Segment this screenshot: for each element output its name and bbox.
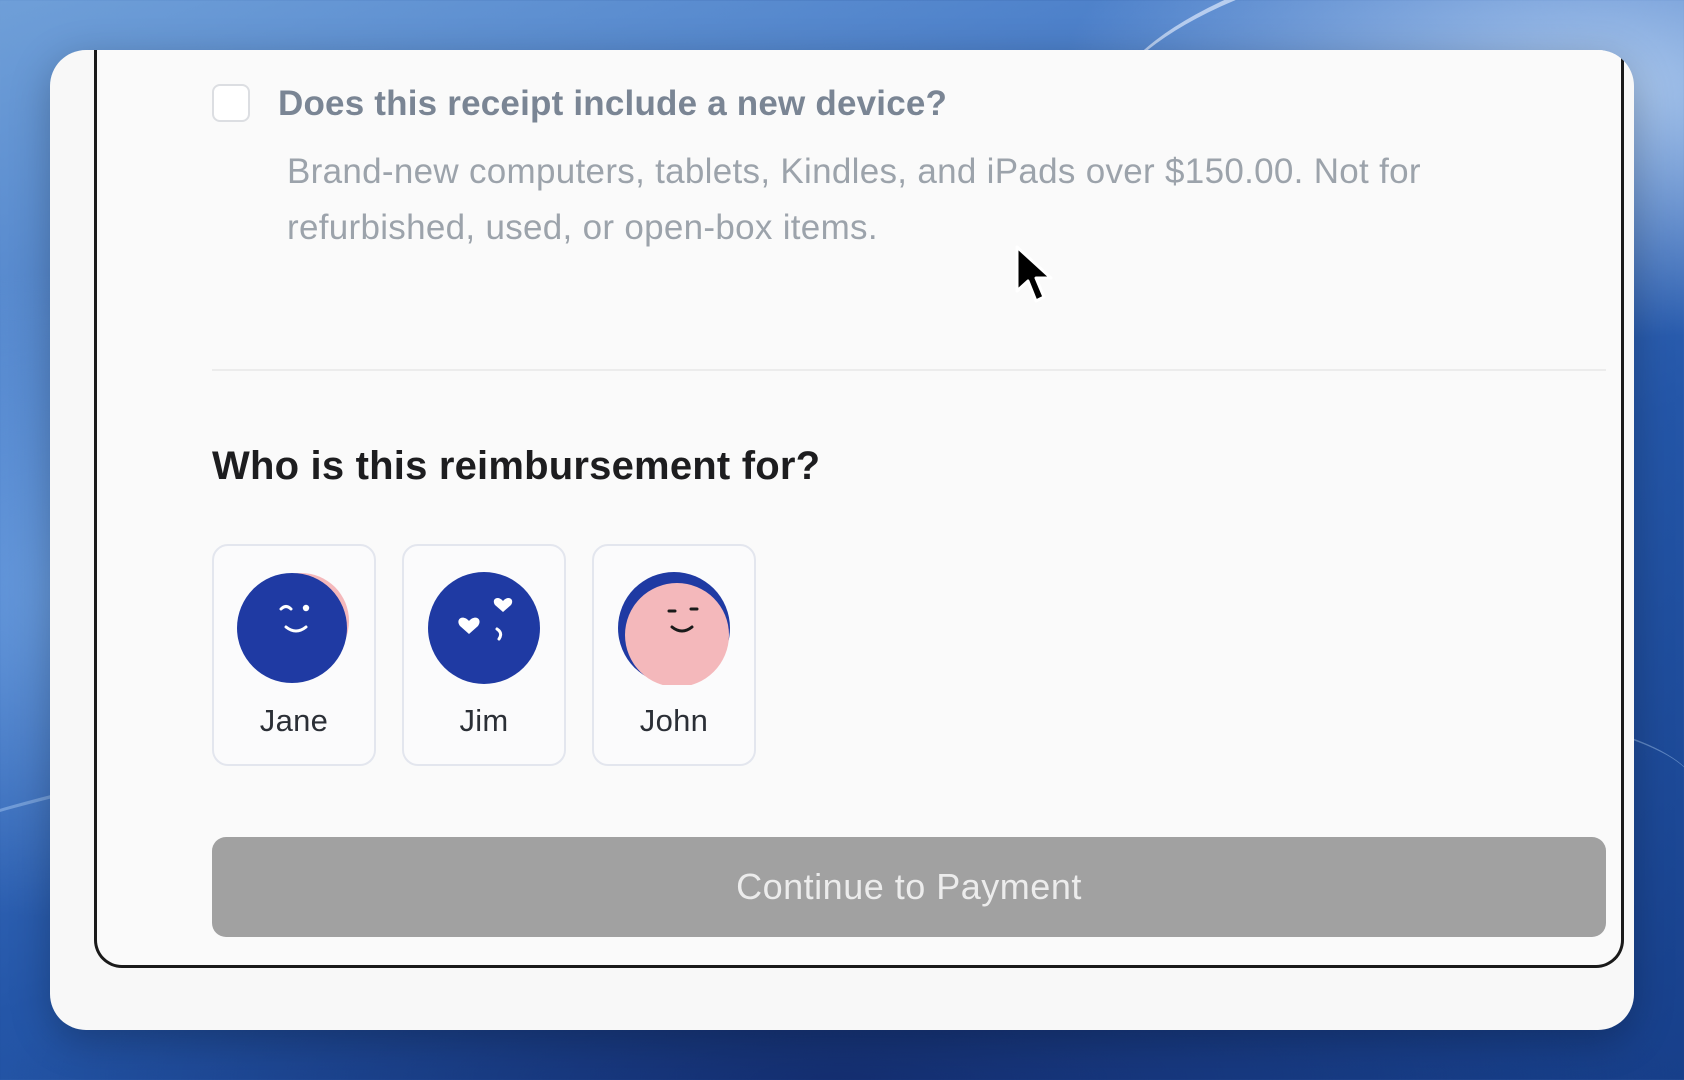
new-device-checkbox[interactable] [212,84,250,122]
person-option-jim[interactable]: Jim [402,544,566,766]
section-divider [212,369,1606,371]
new-device-help-text: Brand-new computers, tablets, Kindles, a… [287,152,1421,247]
person-name: Jane [259,703,329,738]
recipient-options: Jane Jim John [212,544,756,766]
person-option-john[interactable]: John [592,544,756,766]
new-device-label: Does this receipt include a new device? [278,84,948,123]
app-window: Does this receipt include a new device? … [50,50,1634,1030]
heart-eyes-face-icon [428,572,540,684]
person-name: John [639,703,709,738]
smile-face-icon [618,572,730,685]
continue-to-payment-button[interactable]: Continue to Payment [212,837,1606,937]
reimbursement-form-card: Does this receipt include a new device? … [94,50,1624,968]
person-name: Jim [459,703,509,738]
recipient-section-title: Who is this reimbursement for? [212,444,821,488]
wink-face-icon [237,573,349,683]
new-device-option[interactable]: Does this receipt include a new device? [212,82,947,126]
person-option-jane[interactable]: Jane [212,544,376,766]
